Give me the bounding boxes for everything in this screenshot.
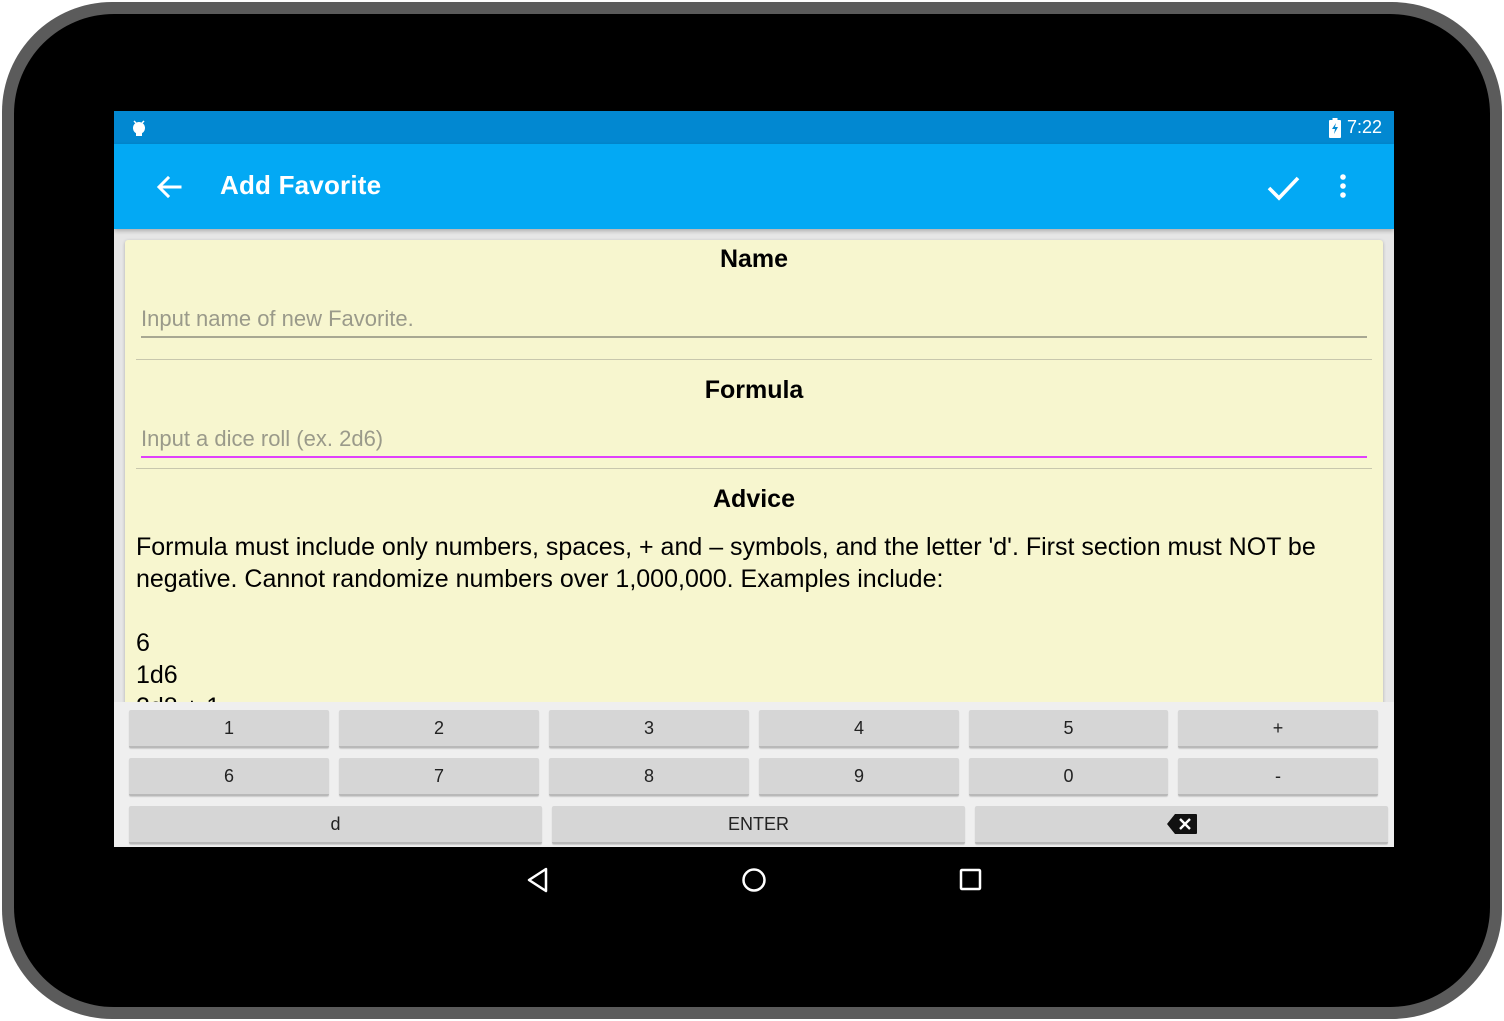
app-toolbar: Add Favorite bbox=[114, 144, 1394, 229]
formula-input[interactable] bbox=[141, 421, 1367, 457]
formula-label: Formula bbox=[704, 376, 804, 404]
example-item: 1d6 bbox=[136, 661, 178, 689]
advice-text: Formula must include only numbers, space… bbox=[136, 533, 1316, 593]
key-0[interactable]: 0 bbox=[969, 758, 1168, 796]
key-5[interactable]: 5 bbox=[969, 710, 1168, 748]
more-vert-icon[interactable] bbox=[1332, 172, 1354, 202]
nav-recents-icon[interactable] bbox=[959, 868, 983, 892]
key-backspace[interactable] bbox=[975, 806, 1388, 844]
status-right: 7:22 bbox=[1328, 117, 1382, 138]
key-9[interactable]: 9 bbox=[759, 758, 959, 796]
status-bar: 7:22 bbox=[114, 111, 1394, 144]
arrow-back-icon[interactable] bbox=[152, 170, 186, 204]
dice-keypad: 1 2 3 4 5 + 6 7 8 9 0 - d ENTER bbox=[114, 702, 1394, 847]
battery-charging-icon bbox=[1328, 117, 1341, 138]
key-7[interactable]: 7 bbox=[339, 758, 539, 796]
name-label: Name bbox=[719, 245, 789, 273]
system-nav-bar bbox=[114, 847, 1394, 911]
key-1[interactable]: 1 bbox=[129, 710, 329, 748]
formula-input-underline bbox=[141, 456, 1367, 458]
key-8[interactable]: 8 bbox=[549, 758, 749, 796]
app-screen: 7:22 Add Favorite Name Formula Advice Fo… bbox=[114, 111, 1394, 847]
name-input[interactable] bbox=[141, 301, 1367, 337]
page-title: Add Favorite bbox=[220, 170, 382, 200]
section-divider bbox=[136, 468, 1372, 469]
key-enter[interactable]: ENTER bbox=[552, 806, 965, 844]
check-icon[interactable] bbox=[1264, 168, 1302, 206]
nav-back-icon[interactable] bbox=[526, 867, 550, 893]
key-3[interactable]: 3 bbox=[549, 710, 749, 748]
name-input-underline bbox=[141, 336, 1367, 338]
key-minus[interactable]: - bbox=[1178, 758, 1378, 796]
status-time: 7:22 bbox=[1346, 117, 1382, 137]
nav-home-icon[interactable] bbox=[741, 867, 767, 893]
backspace-icon bbox=[1166, 814, 1197, 834]
key-6[interactable]: 6 bbox=[129, 758, 329, 796]
key-4[interactable]: 4 bbox=[759, 710, 959, 748]
advice-label: Advice bbox=[713, 485, 795, 513]
key-2[interactable]: 2 bbox=[339, 710, 539, 748]
section-divider bbox=[136, 359, 1372, 360]
key-plus[interactable]: + bbox=[1178, 710, 1378, 748]
example-item: 6 bbox=[136, 629, 150, 657]
key-d[interactable]: d bbox=[129, 806, 542, 844]
android-debug-icon bbox=[133, 120, 145, 136]
